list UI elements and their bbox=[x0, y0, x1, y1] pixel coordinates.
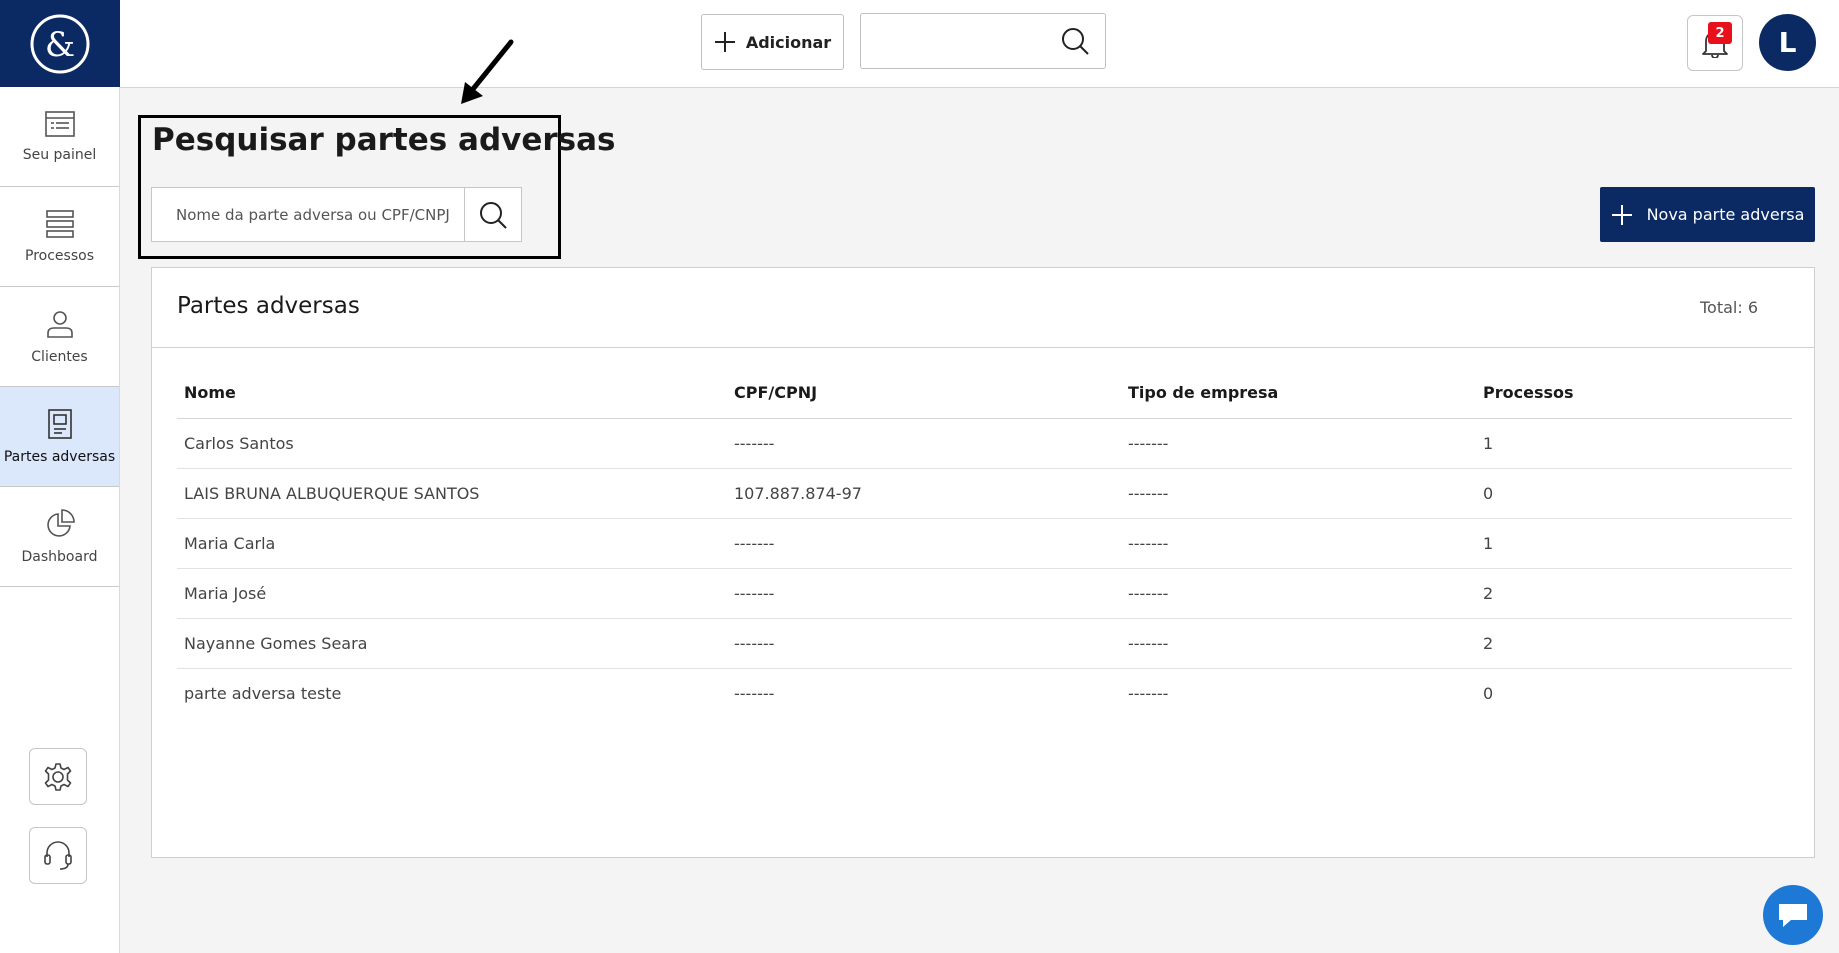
notifications-button[interactable]: 2 bbox=[1687, 15, 1743, 71]
add-button[interactable]: Adicionar bbox=[701, 14, 844, 70]
cell-cpf: ------- bbox=[727, 518, 1121, 569]
cell-cpf: ------- bbox=[727, 418, 1121, 469]
sidebar-item-partes-adversas[interactable]: Partes adversas bbox=[0, 387, 119, 487]
gear-icon bbox=[44, 762, 72, 791]
avatar[interactable]: L bbox=[1759, 14, 1816, 71]
headset-icon bbox=[44, 840, 72, 870]
sidebar-item-clientes[interactable]: Clientes bbox=[0, 287, 119, 387]
sidebar-item-processos[interactable]: Processos bbox=[0, 187, 119, 287]
table-row[interactable]: LAIS BRUNA ALBUQUERQUE SANTOS 107.887.87… bbox=[177, 468, 1792, 519]
cell-tipo: ------- bbox=[1128, 683, 1169, 703]
sidebar-item-label: Dashboard bbox=[21, 548, 98, 565]
cell-nome: Maria Carla bbox=[177, 518, 727, 569]
sidebar-item-seu-painel[interactable]: Seu painel bbox=[0, 87, 119, 187]
cell-cpf: ------- bbox=[727, 568, 1121, 619]
plus-icon bbox=[1611, 204, 1632, 225]
total-count: Total: 6 bbox=[1699, 298, 1758, 317]
cell-processos: 2 bbox=[1476, 618, 1792, 669]
plus-icon bbox=[714, 32, 735, 52]
chat-button[interactable] bbox=[1763, 885, 1823, 945]
cell-processos: 1 bbox=[1476, 418, 1792, 469]
cell-cpf: 107.887.874-97 bbox=[727, 468, 1121, 519]
table-header-row: Nome CPF/CPNJ Tipo de empresa Processos bbox=[177, 368, 1792, 419]
chat-bubble-icon bbox=[1779, 904, 1807, 927]
table-row[interactable]: Nayanne Gomes Seara ------- ------- 2 bbox=[177, 618, 1792, 669]
column-header-cpf[interactable]: CPF/CPNJ bbox=[727, 368, 1121, 419]
adverse-parties-table: Nome CPF/CPNJ Tipo de empresa Processos … bbox=[177, 368, 1792, 718]
table-row[interactable]: parte adversa teste ------- ------- 0 bbox=[177, 668, 1792, 718]
sidebar-item-label: Clientes bbox=[31, 348, 88, 365]
sidebar-item-dashboard[interactable]: Dashboard bbox=[0, 487, 119, 587]
annotation-arrow-icon bbox=[461, 39, 514, 104]
cell-cpf: ------- bbox=[734, 683, 775, 703]
card-header: Partes adversas Total: 6 bbox=[152, 268, 1814, 348]
cell-nome: LAIS BRUNA ALBUQUERQUE SANTOS bbox=[177, 468, 727, 519]
column-header-processos[interactable]: Processos bbox=[1476, 368, 1792, 419]
page-title: Pesquisar partes adversas bbox=[152, 122, 616, 158]
table-row[interactable]: Carlos Santos ------- ------- 1 bbox=[177, 418, 1792, 469]
cell-nome: Nayanne Gomes Seara bbox=[177, 618, 727, 669]
user-icon bbox=[46, 310, 73, 338]
add-button-label: Adicionar bbox=[745, 32, 832, 52]
document-icon bbox=[47, 408, 72, 439]
sidebar: & Seu painel Processos Clientes Partes a… bbox=[0, 0, 120, 953]
cell-tipo: ------- bbox=[1121, 618, 1476, 669]
table-row[interactable]: Maria José ------- ------- 2 bbox=[177, 568, 1792, 619]
cell-processos: 1 bbox=[1476, 518, 1792, 569]
search-icon bbox=[480, 201, 507, 229]
cell-tipo: ------- bbox=[1121, 418, 1476, 469]
cell-processos: 2 bbox=[1476, 568, 1792, 619]
new-adverse-party-label: Nova parte adversa bbox=[1646, 205, 1805, 224]
sidebar-item-label: Seu painel bbox=[22, 146, 97, 163]
cell-nome: Carlos Santos bbox=[177, 418, 727, 469]
notification-badge: 2 bbox=[1708, 22, 1732, 44]
svg-text:&: & bbox=[45, 25, 75, 65]
sidebar-item-label: Processos bbox=[25, 247, 94, 264]
cell-tipo: ------- bbox=[1121, 468, 1476, 519]
table-row[interactable]: Maria Carla ------- ------- 1 bbox=[177, 518, 1792, 569]
top-search-box bbox=[860, 13, 1106, 69]
column-header-tipo[interactable]: Tipo de empresa bbox=[1121, 368, 1476, 419]
ampersand-logo-icon: & bbox=[30, 14, 90, 73]
app-logo[interactable]: & bbox=[0, 0, 120, 87]
cell-nome: Maria José bbox=[177, 568, 727, 619]
new-adverse-party-button[interactable]: Nova parte adversa bbox=[1600, 187, 1815, 242]
card-title: Partes adversas bbox=[177, 293, 360, 319]
sidebar-item-label: Partes adversas bbox=[3, 448, 116, 465]
settings-button[interactable] bbox=[29, 748, 87, 805]
support-button[interactable] bbox=[29, 827, 87, 884]
cell-cpf: ------- bbox=[727, 618, 1121, 669]
top-search-input[interactable] bbox=[861, 14, 1051, 68]
adverse-party-search bbox=[151, 187, 522, 242]
cell-tipo: ------- bbox=[1121, 518, 1476, 569]
pie-chart-icon bbox=[46, 508, 75, 537]
dashboard-list-icon bbox=[44, 110, 75, 137]
stack-icon bbox=[45, 209, 74, 238]
adverse-parties-card: Partes adversas Total: 6 Nome CPF/CPNJ T… bbox=[151, 267, 1815, 858]
column-header-nome[interactable]: Nome bbox=[177, 368, 727, 419]
adverse-party-search-button[interactable] bbox=[464, 188, 521, 241]
cell-processos: 0 bbox=[1483, 683, 1494, 703]
cell-tipo: ------- bbox=[1121, 568, 1476, 619]
cell-nome: parte adversa teste bbox=[184, 683, 342, 703]
search-icon[interactable] bbox=[1061, 27, 1089, 59]
adverse-party-search-input[interactable] bbox=[152, 188, 464, 241]
top-bar: Adicionar 2 L bbox=[120, 0, 1839, 88]
cell-processos: 0 bbox=[1476, 468, 1792, 519]
